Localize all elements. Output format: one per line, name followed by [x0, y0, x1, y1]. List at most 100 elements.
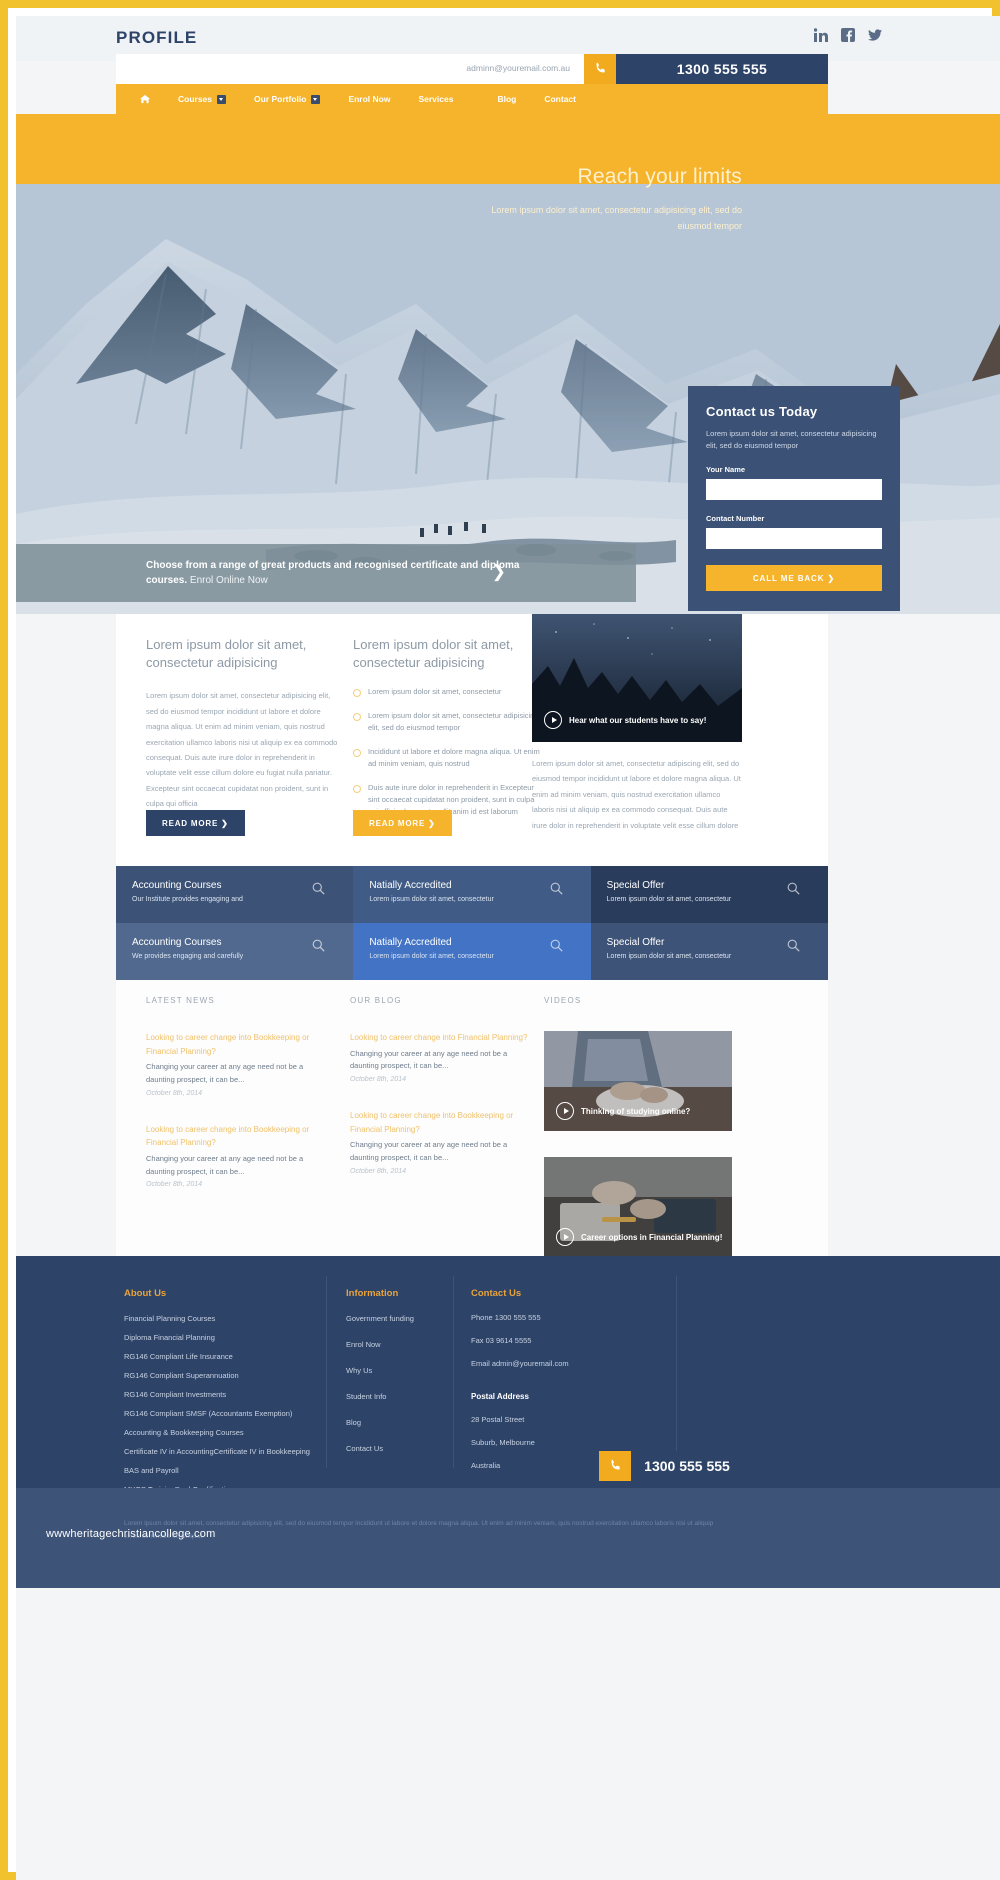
- nav-item-services[interactable]: Services: [404, 94, 467, 104]
- phone-icon: [584, 54, 616, 84]
- nav-item-home[interactable]: [116, 94, 164, 104]
- feature-cell-natially-accredited-1[interactable]: Natially Accredited Lorem ipsum dolor si…: [353, 866, 591, 923]
- page-frame: PROFILE adminn@youremail.com.au 1300 555…: [0, 0, 1000, 1880]
- play-icon[interactable]: [544, 711, 562, 729]
- list-item[interactable]: Looking to career change into Bookkeepin…: [146, 1031, 331, 1097]
- news-title[interactable]: Looking to career change into Bookkeepin…: [146, 1123, 331, 1150]
- read-more-button-1[interactable]: READ MORE ❯: [146, 810, 245, 836]
- our-blog-heading: OUR BLOG: [350, 996, 402, 1005]
- list-item[interactable]: Looking to career change into Bookkeepin…: [146, 1123, 331, 1189]
- feature-sub: Lorem ipsum dolor sit amet, consectetur: [606, 896, 732, 903]
- hero-title: Reach your limits: [577, 165, 742, 188]
- nav-item-courses[interactable]: Courses: [164, 94, 240, 104]
- website-canvas: PROFILE adminn@youremail.com.au 1300 555…: [16, 16, 1000, 1880]
- feature-grid: Accounting Courses Our Institute provide…: [116, 866, 828, 980]
- blog-date: October 8th, 2014: [350, 1167, 407, 1175]
- social-links: [814, 28, 882, 42]
- feature-cell-special-offer-1[interactable]: Special Offer Lorem ipsum dolor sit amet…: [590, 866, 828, 923]
- videos-heading: VIDEOS: [544, 996, 582, 1005]
- feature-title: Accounting Courses: [132, 880, 222, 891]
- nav-label: Our Portfolio: [254, 94, 307, 104]
- chevron-right-icon[interactable]: ❯: [492, 562, 506, 582]
- footer-phone-button[interactable]: 1300 555 555: [599, 1451, 743, 1481]
- footer-link[interactable]: Enrol Now: [346, 1339, 466, 1351]
- cta-text-wrap: Choose from a range of great products an…: [146, 558, 546, 589]
- feature-cell-accounting-courses-1[interactable]: Accounting Courses Our Institute provide…: [116, 866, 354, 923]
- list-item: Incididunt ut labore et dolore magna ali…: [353, 746, 543, 770]
- email-box: adminn@youremail.com.au: [116, 54, 584, 84]
- magnifier-icon: [550, 882, 563, 895]
- play-icon[interactable]: [556, 1102, 574, 1120]
- feature-cell-accounting-courses-2[interactable]: Accounting Courses We provides engaging …: [116, 923, 354, 980]
- column-2-heading: Lorem ipsum dolor sit amet, consectetur …: [353, 637, 514, 671]
- cta-link[interactable]: Enrol Online Now: [190, 575, 268, 586]
- footer-link[interactable]: Contact Us: [346, 1443, 466, 1455]
- footer-link[interactable]: RG146 Compliant Life Insurance: [124, 1351, 354, 1363]
- nav-item-blog[interactable]: Blog: [467, 94, 530, 104]
- list-item: Lorem ipsum dolor sit amet, consectetur: [353, 686, 543, 698]
- magnifier-icon: [550, 939, 563, 952]
- content-column-1: Lorem ipsum dolor sit amet, consectetur …: [146, 636, 341, 811]
- facebook-icon[interactable]: [841, 28, 855, 42]
- footer-link[interactable]: RG146 Compliant Investments: [124, 1389, 354, 1401]
- footer-link[interactable]: Student Info: [346, 1391, 466, 1403]
- video-thumbnail-1[interactable]: Thinking of studying online?: [544, 1031, 732, 1131]
- column-3-body: Lorem ipsum dolor sit amet, consectetur …: [532, 759, 741, 830]
- play-icon[interactable]: [556, 1228, 574, 1246]
- hero-subtitle: Lorem ipsum dolor sit amet, consectetur …: [491, 205, 742, 231]
- nav-item-enrol-now[interactable]: Enrol Now: [334, 94, 404, 104]
- chevron-down-icon: [311, 94, 321, 104]
- footer-divider: [676, 1276, 677, 1468]
- email-address[interactable]: adminn@youremail.com.au: [466, 63, 570, 73]
- footer-link[interactable]: BAS and Payroll: [124, 1465, 354, 1477]
- feature-sub: Our Institute provides engaging and: [132, 896, 243, 903]
- read-more-button-2[interactable]: READ MORE ❯: [353, 810, 452, 836]
- footer-email[interactable]: Email admin@youremail.com: [471, 1359, 661, 1368]
- list-item[interactable]: Looking to career change into Bookkeepin…: [350, 1109, 535, 1175]
- footer-link[interactable]: Diploma Financial Planning: [124, 1332, 354, 1344]
- blog-excerpt: Changing your career at any age need not…: [350, 1140, 508, 1163]
- footer-link[interactable]: Financial Planning Courses: [124, 1313, 354, 1325]
- footer-link[interactable]: Certificate IV in AccountingCertificate …: [124, 1446, 354, 1458]
- list-item: Lorem ipsum dolor sit amet, consectetur …: [353, 710, 543, 734]
- footer-link[interactable]: Blog: [346, 1417, 466, 1429]
- footer-postal-heading: Postal Address: [471, 1392, 529, 1401]
- hero-banner: Reach your limits Lorem ipsum dolor sit …: [16, 114, 1000, 614]
- call-me-back-button[interactable]: CALL ME BACK ❯: [706, 565, 882, 592]
- nav-item-contact[interactable]: Contact: [530, 94, 590, 104]
- column-1-heading: Lorem ipsum dolor sit amet, consectetur …: [146, 637, 307, 671]
- contact-number-input[interactable]: [706, 528, 882, 550]
- news-title[interactable]: Looking to career change into Bookkeepin…: [146, 1031, 331, 1058]
- feature-cell-natially-accredited-2[interactable]: Natially Accredited Lorem ipsum dolor si…: [353, 923, 591, 980]
- site-logo[interactable]: PROFILE: [116, 28, 197, 48]
- video-caption: Thinking of studying online?: [581, 1106, 691, 1116]
- footer-link[interactable]: Why Us: [346, 1365, 466, 1377]
- feature-cell-special-offer-2[interactable]: Special Offer Lorem ipsum dolor sit amet…: [590, 923, 828, 980]
- linkedin-icon[interactable]: [814, 28, 828, 42]
- contact-form-card: Contact us Today Lorem ipsum dolor sit a…: [688, 386, 900, 611]
- header-phone-number[interactable]: 1300 555 555: [616, 54, 828, 84]
- blog-title[interactable]: Looking to career change into Bookkeepin…: [350, 1109, 535, 1136]
- nav-item-our-portfolio[interactable]: Our Portfolio: [240, 94, 334, 104]
- footer-link[interactable]: Government funding: [346, 1313, 466, 1325]
- video-thumbnail-2[interactable]: Career options in Financial Planning!: [544, 1157, 732, 1257]
- footer-link[interactable]: RG146 Compliant SMSF (Accountants Exempt…: [124, 1408, 354, 1420]
- testimonial-video[interactable]: Hear what our students have to say!: [532, 614, 742, 742]
- site-footer: About Us Financial Planning Courses Dipl…: [16, 1256, 1000, 1494]
- footer-fax: Fax 03 9614 5555: [471, 1336, 532, 1345]
- twitter-icon[interactable]: [868, 28, 882, 42]
- list-item[interactable]: Looking to career change into Financial …: [350, 1031, 535, 1083]
- hero-copy: Reach your limits Lorem ipsum dolor sit …: [482, 164, 742, 235]
- footer-link[interactable]: RG146 Compliant Superannuation: [124, 1370, 354, 1382]
- news-section: LATEST NEWS Looking to career change int…: [116, 980, 828, 1257]
- column-1-body: Lorem ipsum dolor sit amet, consectetur …: [146, 691, 338, 808]
- content-column-3: Lorem ipsum dolor sit amet, consectetur …: [532, 756, 742, 833]
- video-caption: Career options in Financial Planning!: [581, 1232, 723, 1242]
- blog-title[interactable]: Looking to career change into Financial …: [350, 1031, 535, 1045]
- news-excerpt: Changing your career at any age need not…: [146, 1153, 304, 1176]
- footer-heading-about: About Us: [124, 1288, 167, 1299]
- magnifier-icon: [787, 939, 800, 952]
- footer-address-line: Suburb, Melbourne: [471, 1438, 535, 1447]
- footer-link[interactable]: Accounting & Bookkeeping Courses: [124, 1427, 354, 1439]
- your-name-input[interactable]: [706, 479, 882, 501]
